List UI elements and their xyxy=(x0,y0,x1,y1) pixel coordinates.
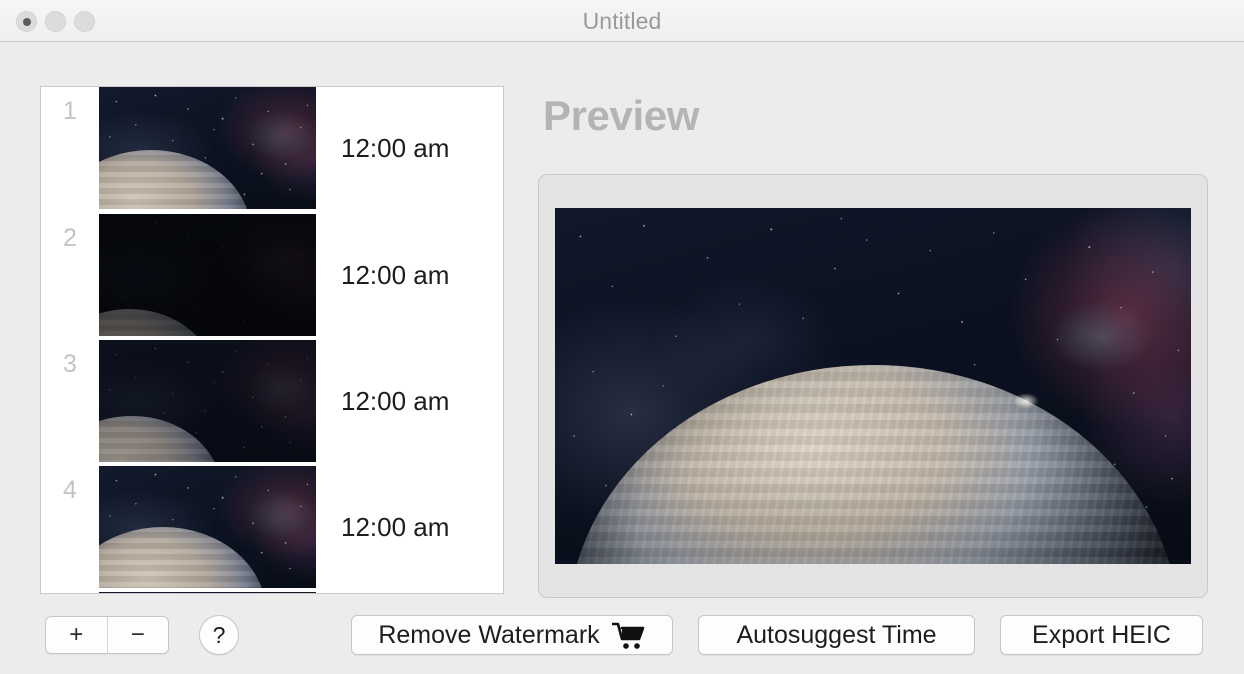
row-thumbnail[interactable] xyxy=(99,340,316,462)
stars-layer xyxy=(99,592,316,593)
title-bar: Untitled xyxy=(0,0,1244,42)
autosuggest-time-label: Autosuggest Time xyxy=(736,620,937,649)
row-time[interactable] xyxy=(316,592,503,593)
list-item[interactable]: 1 12:00 am xyxy=(41,87,503,213)
add-button[interactable]: + xyxy=(46,617,107,653)
row-thumbnail[interactable] xyxy=(99,592,316,593)
row-time[interactable]: 12:00 am xyxy=(316,340,503,462)
export-heic-button[interactable]: Export HEIC xyxy=(1000,615,1203,655)
row-index: 2 xyxy=(63,224,77,252)
frames-list[interactable]: 1 12:00 am 2 12:00 am 3 12:00 am 4 12:00… xyxy=(40,86,504,594)
help-button[interactable]: ? xyxy=(199,615,239,655)
list-item[interactable]: 4 12:00 am xyxy=(41,465,503,591)
row-time[interactable]: 12:00 am xyxy=(316,87,503,209)
export-heic-label: Export HEIC xyxy=(1032,620,1171,649)
row-index: 1 xyxy=(63,97,77,125)
row-time[interactable]: 12:00 am xyxy=(316,466,503,588)
row-thumbnail[interactable] xyxy=(99,214,316,336)
app-window: Untitled 1 12:00 am 2 12:00 am 3 12:00 a… xyxy=(0,0,1244,674)
autosuggest-time-button[interactable]: Autosuggest Time xyxy=(698,615,975,655)
remove-watermark-label: Remove Watermark xyxy=(378,620,600,649)
preview-panel xyxy=(538,174,1208,598)
row-index: 3 xyxy=(63,350,77,378)
row-thumbnail[interactable] xyxy=(99,466,316,588)
preview-image xyxy=(555,208,1191,564)
preview-heading: Preview xyxy=(543,92,699,139)
list-item[interactable]: 5 xyxy=(41,591,503,593)
list-item[interactable]: 2 12:00 am xyxy=(41,213,503,339)
row-time[interactable]: 12:00 am xyxy=(316,214,503,336)
row-index: 4 xyxy=(63,476,77,504)
row-index: 5 xyxy=(41,592,99,593)
remove-watermark-button[interactable]: Remove Watermark xyxy=(351,615,673,655)
row-thumbnail[interactable] xyxy=(99,87,316,209)
add-remove-segmented-control[interactable]: + − xyxy=(45,616,169,654)
list-item[interactable]: 3 12:00 am xyxy=(41,339,503,465)
shopping-cart-icon xyxy=(611,622,646,649)
window-title: Untitled xyxy=(582,8,662,34)
remove-button[interactable]: − xyxy=(106,617,169,653)
planet-storm-spot xyxy=(1012,393,1039,410)
